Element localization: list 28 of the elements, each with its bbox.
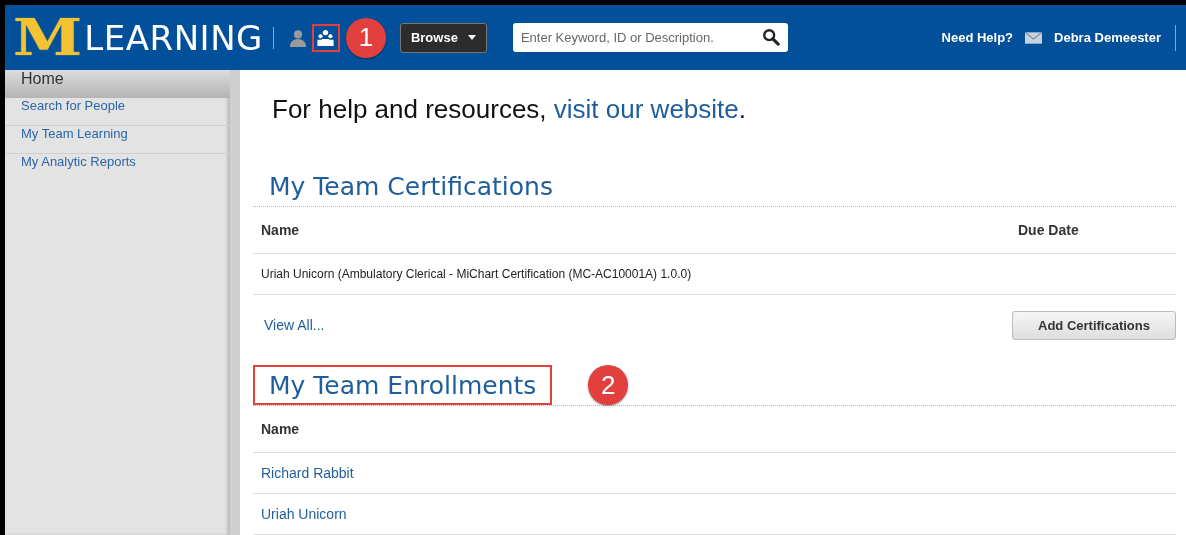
table-cell-text: Uriah Unicorn (Ambulatory Clerical - MiChart Certification (MC-AC10001A) 1.0.0) (261, 267, 693, 281)
sidebar-title[interactable]: Home (5, 70, 230, 98)
search-field[interactable]: Enter Keyword, ID or Description. (512, 23, 788, 52)
mail-icon[interactable] (1025, 31, 1043, 44)
sidebar-item[interactable]: My Analytic Reports (5, 154, 230, 181)
search-icon[interactable] (761, 28, 780, 46)
logo-wordmark: LEARNING (84, 17, 263, 58)
user-name[interactable]: Debra Demeester (1054, 30, 1161, 45)
website-link[interactable]: visit our website (553, 94, 739, 124)
callout-badge: 1 (345, 17, 386, 58)
help-link[interactable]: Need Help? (941, 30, 1014, 45)
section-title: My Team Enrollments (253, 365, 553, 405)
column-header: Name (261, 222, 301, 238)
section-title: My Team Certifications (268, 171, 554, 203)
column-header: Due Date (1018, 222, 1080, 238)
intro-text: For help and resources, visit our website. (272, 93, 747, 125)
team-icon[interactable] (311, 23, 340, 52)
column-header: Name (261, 421, 301, 437)
sidebar-item[interactable]: Search for People (5, 98, 230, 126)
logo-letter: M (13, 12, 80, 63)
name-link[interactable]: Richard Rabbit (261, 465, 1168, 481)
name-link[interactable]: Uriah Unicorn (261, 506, 1168, 522)
browse-button[interactable]: Browse (399, 22, 487, 53)
add-certifications-button[interactable]: Add Certifications (1012, 310, 1176, 340)
caret-icon (467, 35, 476, 40)
callout-badge: 2 (588, 365, 629, 405)
view-all-link[interactable]: View All... (264, 317, 325, 333)
sidebar-item[interactable]: My Team Learning (5, 126, 230, 154)
